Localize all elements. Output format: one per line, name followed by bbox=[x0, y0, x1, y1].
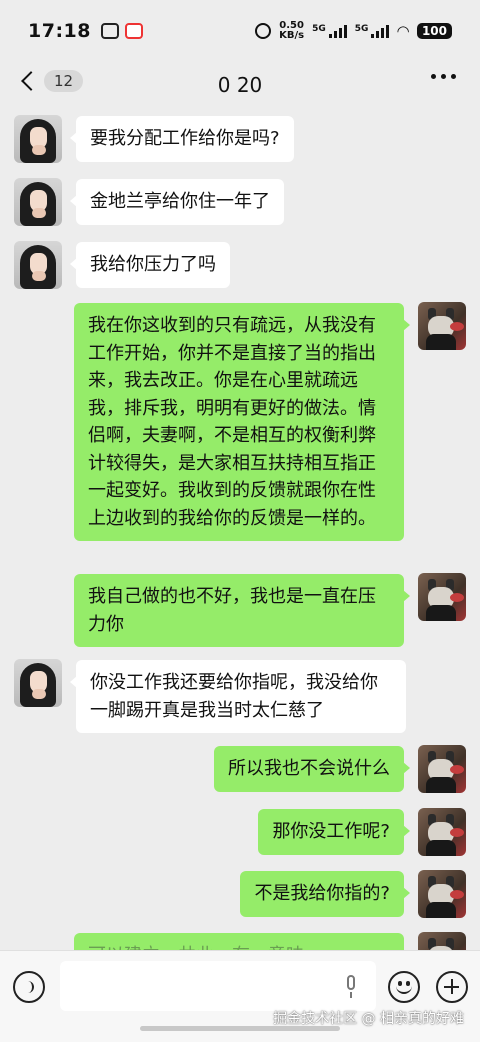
unread-count-badge: 12 bbox=[44, 70, 84, 92]
status-bar: 17:18 0.50 KB/s 5G 5G ◠ 100 bbox=[0, 0, 480, 62]
contact-avatar[interactable] bbox=[14, 178, 62, 226]
more-functions-button[interactable] bbox=[436, 971, 468, 1003]
message-input[interactable] bbox=[60, 961, 376, 1011]
my-avatar[interactable] bbox=[418, 573, 466, 621]
watermark: 掘金技术社区 @ 相亲真的好难 bbox=[273, 1011, 464, 1027]
message-bubble-outgoing[interactable]: 我在你这收到的只有疏远，从我没有工作开始，你并不是直接了当的指出来，我去改正。你… bbox=[74, 303, 410, 541]
my-avatar[interactable] bbox=[418, 302, 466, 350]
message-bubble-outgoing[interactable]: 我自己做的也不好，我也是一直在压力你 bbox=[74, 574, 410, 647]
notification-app-icon bbox=[100, 23, 119, 39]
voice-mode-button[interactable] bbox=[13, 971, 45, 1003]
battery-indicator: 100 bbox=[416, 23, 452, 39]
my-avatar[interactable] bbox=[418, 870, 466, 918]
message-bubble-incoming[interactable]: 金地兰亭给你住一年了 bbox=[70, 179, 284, 225]
message-bubble-outgoing[interactable]: 不是我给你指的? bbox=[240, 871, 410, 917]
my-avatar[interactable] bbox=[418, 745, 466, 793]
microphone-icon[interactable] bbox=[344, 973, 358, 1001]
message-bubble-incoming[interactable]: 你没工作我还要给你指呢，我没给你一脚踢开真是我当时太仁慈了 bbox=[70, 660, 406, 733]
notification-red-app-icon bbox=[124, 23, 143, 39]
more-dots-icon bbox=[431, 74, 436, 79]
message-bubble-incoming[interactable]: 我给你压力了吗 bbox=[70, 242, 230, 288]
emoji-button[interactable] bbox=[388, 971, 420, 1003]
network-speed: 0.50 KB/s bbox=[279, 20, 305, 41]
back-button[interactable]: 12 bbox=[18, 70, 84, 92]
home-indicator[interactable] bbox=[140, 1026, 340, 1031]
message-bubble-outgoing[interactable]: 所以我也不会说什么 bbox=[214, 746, 410, 792]
voice-icon bbox=[24, 981, 34, 993]
contact-avatar[interactable] bbox=[14, 241, 62, 289]
more-options-button[interactable] bbox=[431, 74, 456, 79]
status-time: 17:18 bbox=[28, 20, 91, 42]
contact-avatar[interactable] bbox=[14, 115, 62, 163]
contact-avatar[interactable] bbox=[14, 659, 62, 707]
my-avatar[interactable] bbox=[418, 808, 466, 856]
wifi-icon: ◠ bbox=[397, 22, 409, 40]
signal-icon-sim1: 5G bbox=[312, 24, 347, 38]
chat-header: 12 0 20 bbox=[0, 62, 480, 108]
message-bubble-incoming[interactable]: 要我分配工作给你是吗? bbox=[70, 116, 294, 162]
signal-icon-sim2: 5G bbox=[355, 24, 390, 38]
chevron-left-icon bbox=[21, 71, 41, 91]
message-bubble-outgoing[interactable]: 那你没工作呢? bbox=[258, 809, 410, 855]
alarm-icon bbox=[255, 23, 272, 39]
